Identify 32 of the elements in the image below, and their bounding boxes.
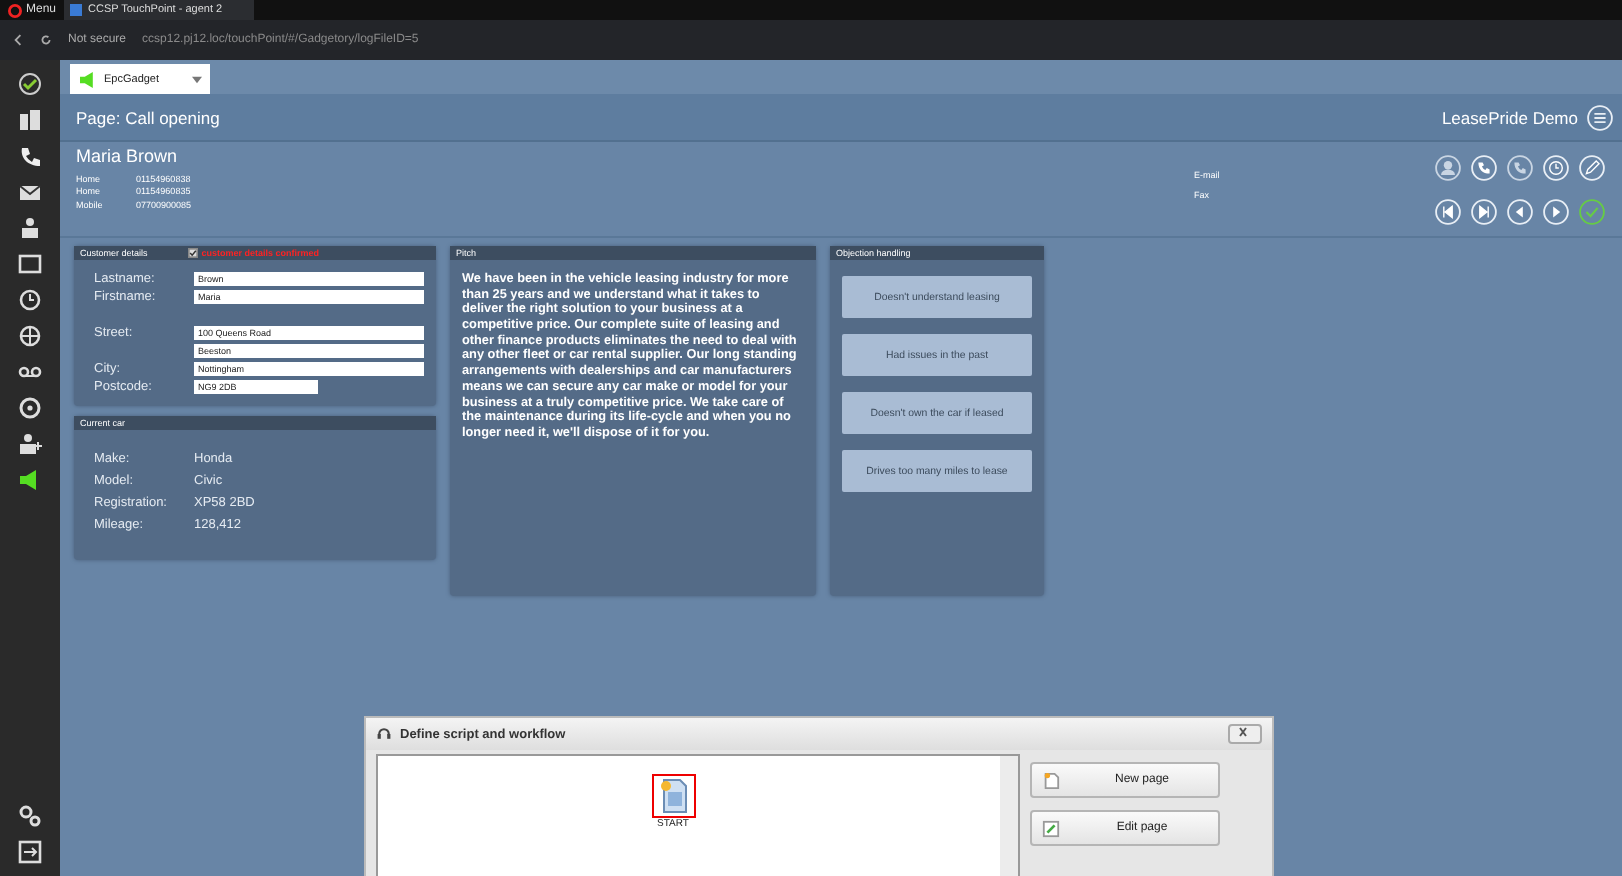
page-title: Page: Call opening: [76, 107, 220, 127]
mail-icon[interactable]: [18, 180, 42, 204]
globe-icon[interactable]: [18, 324, 42, 348]
megaphone-icon[interactable]: [18, 468, 42, 492]
new-page-icon: [1042, 771, 1060, 789]
contact-name: Maria Brown: [76, 146, 180, 166]
logout-icon[interactable]: [18, 840, 42, 864]
reload-icon[interactable]: [40, 34, 52, 46]
previous-icon[interactable]: [1506, 198, 1534, 226]
caret-icon[interactable]: [192, 75, 202, 83]
phone-icon[interactable]: [18, 144, 42, 168]
last-icon[interactable]: [1470, 198, 1498, 226]
back-icon[interactable]: [12, 34, 24, 46]
pencil-icon[interactable]: [1578, 154, 1606, 182]
user-icon[interactable]: [1434, 154, 1462, 182]
add-user-icon[interactable]: [18, 432, 42, 456]
settings-icon[interactable]: [18, 804, 42, 828]
scrollbar[interactable]: [1000, 756, 1018, 876]
page-icon[interactable]: [653, 776, 693, 816]
account-name: LeasePride Demo: [1441, 107, 1578, 127]
first-icon[interactable]: [1434, 198, 1462, 226]
check-icon[interactable]: [18, 72, 42, 96]
favicon-icon: [70, 4, 83, 16]
history-icon[interactable]: [18, 288, 42, 312]
checkbox[interactable]: [187, 248, 198, 258]
next-icon[interactable]: [1542, 198, 1570, 226]
megaphone-icon: [78, 71, 98, 87]
check-icon[interactable]: [1578, 198, 1606, 226]
edit-page-icon: [1042, 819, 1060, 837]
close-button[interactable]: [1228, 724, 1262, 744]
menu-icon[interactable]: [1586, 103, 1614, 131]
headset-icon: [376, 726, 392, 742]
